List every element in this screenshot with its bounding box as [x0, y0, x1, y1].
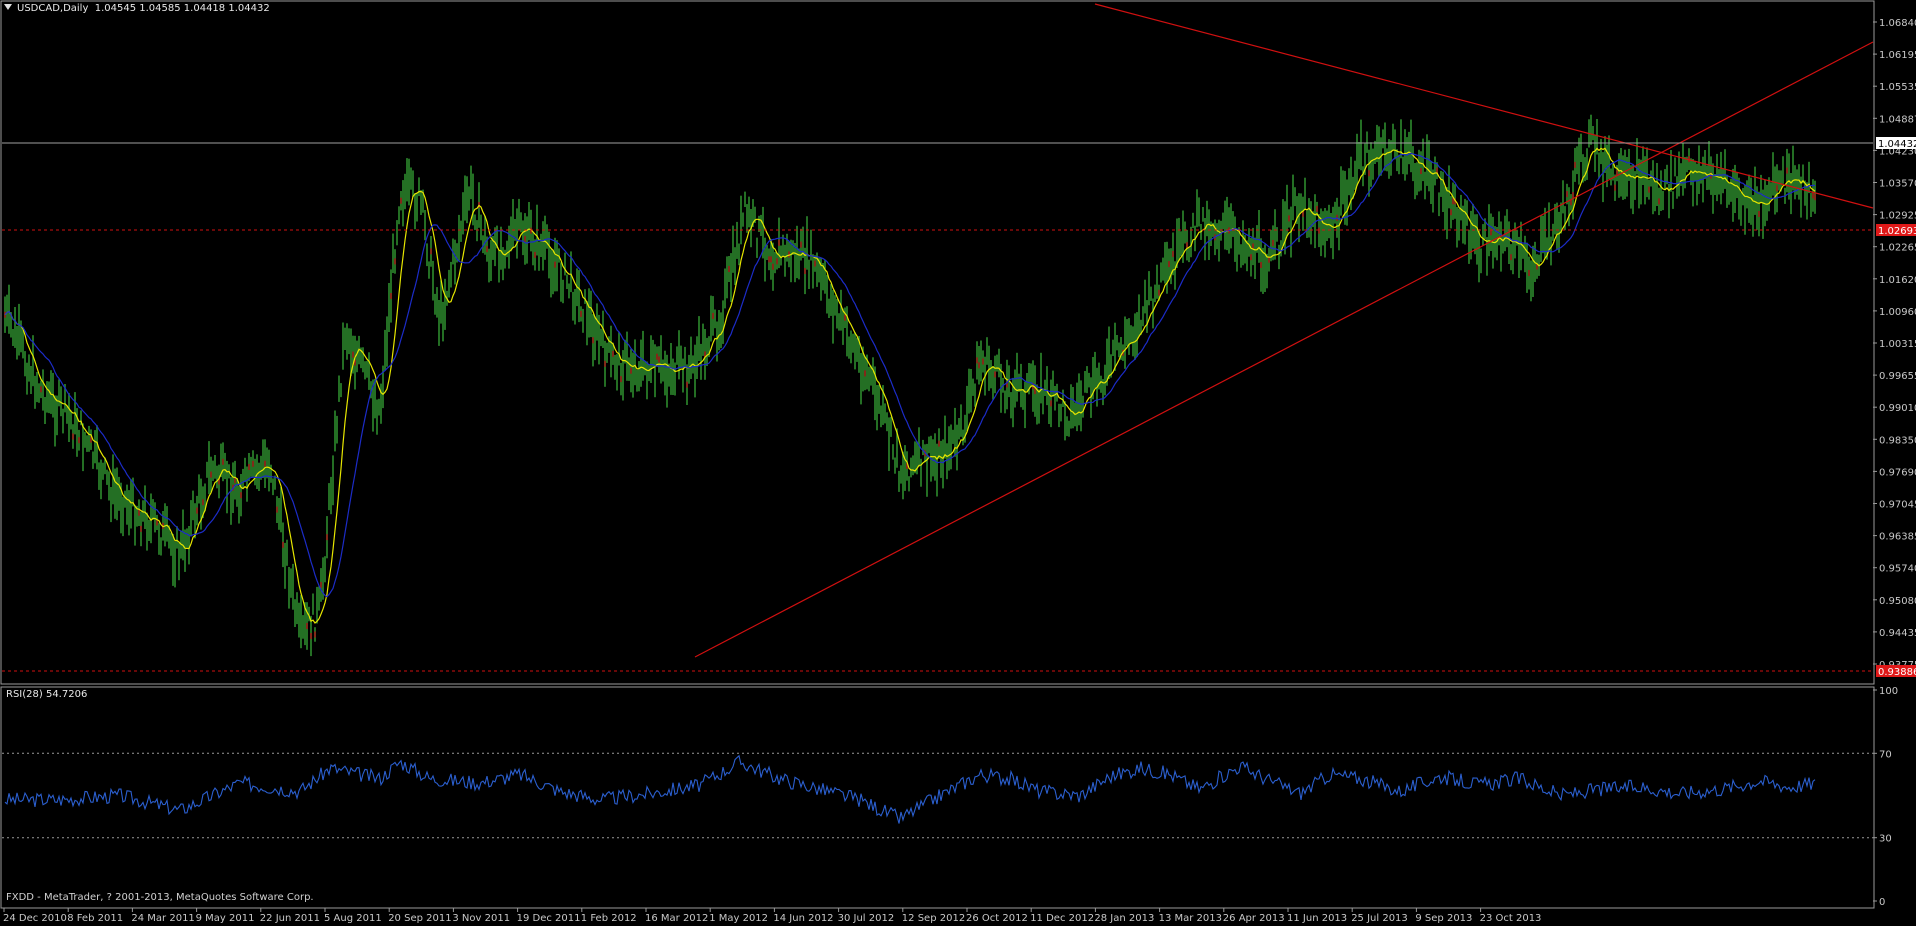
time-tick-label: 24 Dec 2010: [3, 913, 67, 924]
lower-level-tag: 0.93886: [1878, 667, 1916, 678]
price-tick-label: 0.95080: [1879, 596, 1916, 607]
price-tick-label: 1.02265: [1879, 243, 1916, 254]
price-tick-label: 1.03570: [1879, 179, 1916, 190]
price-tick-label: 0.97045: [1879, 500, 1916, 511]
price-tick-label: 1.01620: [1879, 275, 1916, 286]
time-tick-label: 22 Jun 2011: [260, 913, 320, 924]
price-tick-label: 0.99655: [1879, 371, 1916, 382]
chart-canvas[interactable]: 1.068401.061951.055351.048871.042301.035…: [0, 0, 1916, 926]
dropdown-triangle-icon[interactable]: [4, 4, 12, 10]
time-tick-label: 1 Feb 2012: [581, 913, 637, 924]
time-tick-label: 26 Oct 2012: [966, 913, 1028, 924]
time-tick-label: 9 Sep 2013: [1415, 913, 1472, 924]
price-tick-label: 0.97690: [1879, 467, 1916, 478]
time-tick-label: 25 Jul 2013: [1351, 913, 1408, 924]
price-tick-label: 1.04887: [1879, 114, 1916, 125]
ohlc-values: 1.04545 1.04585 1.04418 1.04432: [94, 3, 270, 14]
time-tick-label: 16 Mar 2012: [645, 913, 708, 924]
symbol-timeframe: USDCAD,Daily: [17, 3, 89, 14]
price-tick-label: 1.06840: [1879, 18, 1916, 29]
rsi-tick-label: 30: [1879, 834, 1892, 845]
price-tick-label: 1.02925: [1879, 211, 1916, 222]
main-chart-panel[interactable]: [0, 0, 1875, 685]
time-tick-label: 23 Oct 2013: [1480, 913, 1542, 924]
upper-level-tag: 1.02693: [1878, 226, 1916, 237]
time-tick-label: 8 Feb 2011: [67, 913, 123, 924]
price-tick-label: 0.98350: [1879, 435, 1916, 446]
time-tick-label: 3 Nov 2011: [452, 913, 510, 924]
rsi-tick-label: 70: [1879, 749, 1892, 760]
rsi-tick-label: 0: [1879, 897, 1885, 908]
time-tick-label: 1 May 2012: [709, 913, 768, 924]
price-tick-label: 1.05535: [1879, 82, 1916, 93]
time-tick-label: 11 Dec 2012: [1030, 913, 1094, 924]
time-tick-label: 9 May 2011: [196, 913, 255, 924]
time-tick-label: 28 Jan 2013: [1094, 913, 1154, 924]
time-tick-label: 30 Jul 2012: [838, 913, 895, 924]
time-tick-label: 24 Mar 2011: [131, 913, 194, 924]
price-tick-label: 0.99010: [1879, 403, 1916, 414]
time-tick-label: 19 Dec 2011: [517, 913, 581, 924]
time-tick-label: 20 Sep 2011: [388, 913, 451, 924]
rsi-header: RSI(28) 54.7206: [6, 689, 88, 700]
price-tick-label: 0.94435: [1879, 628, 1916, 639]
price-tick-label: 0.95740: [1879, 564, 1916, 575]
copyright-footer: FXDD - MetaTrader, ? 2001-2013, MetaQuot…: [6, 892, 314, 903]
price-tick-label: 1.06195: [1879, 50, 1916, 61]
price-tick-label: 1.00960: [1879, 307, 1916, 318]
time-tick-label: 26 Apr 2013: [1223, 913, 1285, 924]
price-tick-label: 1.00315: [1879, 339, 1916, 350]
time-tick-label: 5 Aug 2011: [324, 913, 382, 924]
time-tick-label: 13 Mar 2013: [1159, 913, 1222, 924]
chart-header[interactable]: USDCAD,Daily 1.04545 1.04585 1.04418 1.0…: [4, 3, 270, 14]
current-price-tag: 1.04432: [1878, 139, 1916, 150]
time-tick-label: 14 Jun 2012: [773, 913, 833, 924]
price-tick-label: 0.96385: [1879, 532, 1916, 543]
rsi-tick-label: 100: [1879, 686, 1898, 697]
time-tick-label: 12 Sep 2012: [902, 913, 965, 924]
time-tick-label: 11 Jun 2013: [1287, 913, 1347, 924]
